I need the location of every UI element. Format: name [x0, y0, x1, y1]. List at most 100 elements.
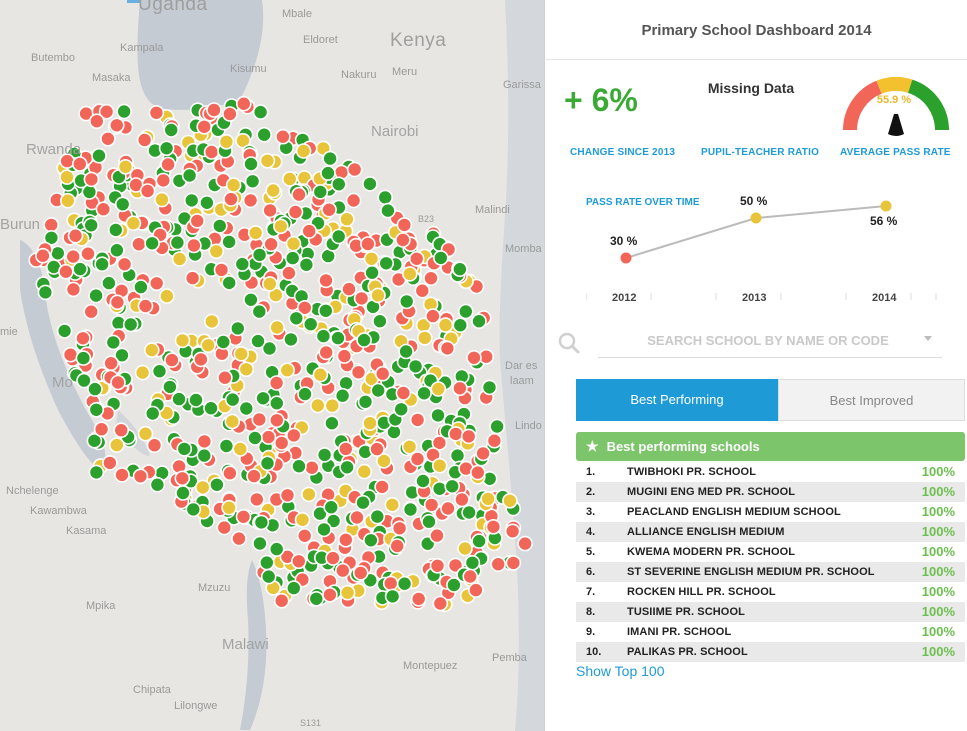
school-marker[interactable]	[83, 303, 99, 320]
school-marker[interactable]	[269, 319, 285, 336]
school-marker[interactable]	[233, 346, 249, 362]
school-marker[interactable]	[430, 381, 447, 397]
school-marker[interactable]	[279, 362, 296, 379]
school-marker[interactable]	[393, 401, 410, 418]
school-marker[interactable]	[255, 390, 271, 407]
school-marker[interactable]	[460, 428, 477, 445]
school-marker[interactable]	[200, 337, 216, 354]
school-marker[interactable]	[309, 397, 326, 414]
school-marker[interactable]	[251, 303, 268, 320]
school-marker[interactable]	[247, 430, 263, 446]
school-marker[interactable]	[88, 401, 105, 418]
school-marker[interactable]	[353, 290, 370, 307]
school-marker[interactable]	[137, 298, 154, 314]
school-marker[interactable]	[109, 437, 125, 453]
school-marker[interactable]	[339, 211, 355, 227]
school-marker[interactable]	[341, 281, 357, 297]
school-marker[interactable]	[281, 171, 298, 187]
school-marker[interactable]	[430, 407, 446, 424]
school-marker[interactable]	[469, 464, 486, 481]
school-marker[interactable]	[471, 533, 487, 549]
school-marker[interactable]	[109, 242, 125, 258]
school-marker[interactable]	[395, 385, 412, 401]
school-marker[interactable]	[301, 223, 318, 239]
school-marker[interactable]	[247, 225, 264, 241]
school-marker[interactable]	[272, 218, 289, 235]
school-marker[interactable]	[133, 279, 149, 295]
school-marker[interactable]	[401, 438, 418, 455]
school-marker[interactable]	[149, 476, 166, 493]
school-marker[interactable]	[158, 140, 175, 157]
school-marker[interactable]	[89, 113, 105, 129]
school-marker[interactable]	[203, 400, 219, 417]
school-marker[interactable]	[175, 485, 191, 501]
school-marker[interactable]	[401, 266, 418, 282]
school-marker[interactable]	[218, 438, 235, 454]
school-marker[interactable]	[468, 582, 484, 598]
school-marker[interactable]	[325, 550, 341, 566]
school-marker[interactable]	[114, 467, 130, 483]
school-marker[interactable]	[364, 264, 380, 281]
school-marker[interactable]	[183, 192, 200, 209]
school-marker[interactable]	[244, 173, 261, 190]
school-marker[interactable]	[285, 235, 302, 252]
school-marker[interactable]	[186, 237, 202, 254]
school-marker[interactable]	[238, 400, 255, 417]
school-marker[interactable]	[336, 348, 353, 364]
school-marker[interactable]	[188, 392, 204, 408]
school-marker[interactable]	[176, 441, 193, 457]
school-marker[interactable]	[416, 330, 433, 346]
school-marker[interactable]	[125, 215, 142, 231]
school-marker[interactable]	[337, 531, 354, 548]
school-marker[interactable]	[169, 234, 186, 251]
school-marker[interactable]	[221, 499, 237, 516]
school-marker[interactable]	[464, 554, 481, 571]
school-marker[interactable]	[374, 479, 390, 495]
school-marker[interactable]	[370, 382, 387, 399]
map-canvas[interactable]	[0, 0, 545, 731]
school-marker[interactable]	[457, 540, 473, 557]
school-marker[interactable]	[246, 468, 262, 484]
school-marker[interactable]	[80, 245, 96, 262]
school-marker[interactable]	[132, 468, 149, 485]
school-marker[interactable]	[285, 580, 302, 596]
school-marker[interactable]	[407, 358, 424, 375]
school-marker[interactable]	[199, 195, 215, 211]
school-marker[interactable]	[391, 520, 408, 537]
school-marker[interactable]	[60, 192, 76, 209]
school-marker[interactable]	[362, 176, 378, 192]
school-marker[interactable]	[481, 379, 498, 396]
school-marker[interactable]	[196, 119, 212, 135]
school-marker[interactable]	[234, 256, 251, 272]
school-marker[interactable]	[301, 486, 317, 503]
school-marker[interactable]	[461, 504, 477, 521]
school-marker[interactable]	[108, 222, 124, 238]
school-marker[interactable]	[37, 284, 54, 301]
school-marker[interactable]	[268, 395, 285, 412]
school-marker[interactable]	[217, 369, 233, 386]
school-marker[interactable]	[110, 374, 126, 391]
school-marker[interactable]	[243, 156, 259, 172]
list-item[interactable]: 9. IMANI PR. SCHOOL 100%	[576, 622, 965, 642]
school-marker[interactable]	[377, 189, 394, 206]
school-marker[interactable]	[502, 492, 518, 509]
school-marker[interactable]	[102, 455, 118, 471]
school-marker[interactable]	[273, 592, 290, 609]
school-marker[interactable]	[345, 192, 362, 209]
school-marker[interactable]	[363, 532, 379, 549]
school-marker[interactable]	[209, 476, 225, 493]
school-marker[interactable]	[181, 167, 198, 184]
school-marker[interactable]	[423, 270, 439, 287]
school-marker[interactable]	[408, 250, 425, 267]
school-marker[interactable]	[256, 126, 273, 143]
school-marker[interactable]	[339, 459, 355, 476]
school-search-box[interactable]	[598, 322, 942, 358]
school-marker[interactable]	[398, 343, 414, 360]
list-item[interactable]: 1. TWIBHOKI PR. SCHOOL 100%	[576, 462, 965, 482]
school-marker[interactable]	[409, 412, 426, 428]
school-marker[interactable]	[222, 106, 238, 122]
school-marker[interactable]	[91, 147, 107, 164]
school-marker[interactable]	[439, 340, 456, 357]
school-marker[interactable]	[415, 473, 431, 489]
school-marker[interactable]	[83, 171, 100, 188]
